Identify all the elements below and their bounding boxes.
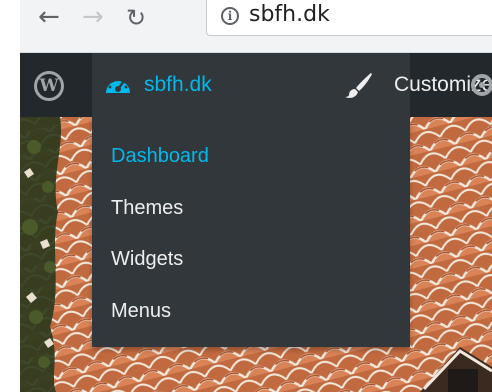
- browser-toolbar: ← → ↻ i sbfh.dk: [20, 0, 492, 53]
- url-text[interactable]: sbfh.dk: [249, 2, 330, 27]
- forward-arrow-icon[interactable]: →: [82, 4, 104, 30]
- dashboard-gauge-icon: [106, 77, 130, 93]
- site-submenu: Dashboard Themes Widgets Menus: [92, 117, 410, 347]
- wordpress-logo-icon[interactable]: [34, 71, 64, 101]
- partial-toolbar-icon[interactable]: [466, 71, 492, 99]
- paintbrush-icon: [345, 73, 372, 98]
- menu-item-dashboard[interactable]: Dashboard: [111, 145, 209, 168]
- back-arrow-icon[interactable]: ←: [38, 4, 60, 30]
- wp-admin-bar: sbfh.dk Customize: [20, 53, 492, 117]
- menu-item-widgets[interactable]: Widgets: [111, 248, 183, 271]
- menu-item-menus[interactable]: Menus: [111, 300, 171, 323]
- site-name-label: sbfh.dk: [144, 73, 212, 96]
- site-name-menu[interactable]: sbfh.dk Customize: [92, 53, 492, 117]
- reload-icon[interactable]: ↻: [126, 5, 146, 31]
- address-bar[interactable]: i sbfh.dk: [206, 0, 492, 36]
- menu-item-themes[interactable]: Themes: [111, 197, 183, 220]
- info-icon[interactable]: i: [221, 7, 239, 25]
- left-margin: [0, 0, 20, 392]
